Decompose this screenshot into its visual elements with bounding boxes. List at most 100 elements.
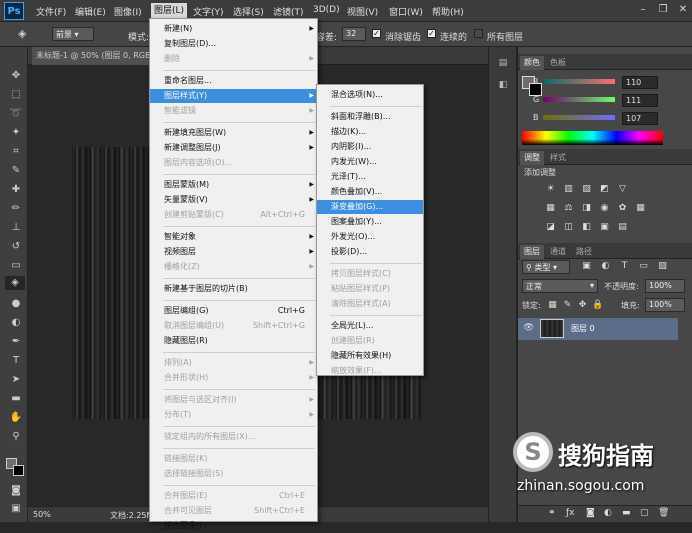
layer-style-item[interactable]: 渐变叠加(G)... bbox=[317, 200, 423, 214]
blue-value[interactable]: 107 bbox=[622, 112, 658, 125]
layer-menu-item[interactable]: 矢量蒙版(V) ▶ bbox=[150, 193, 317, 207]
layer-menu-item[interactable]: 新建(N) ▶ bbox=[150, 22, 317, 36]
black-white-icon[interactable]: ◨ bbox=[581, 203, 592, 214]
stamp-tool-icon[interactable]: ⊥ bbox=[9, 221, 23, 235]
menu-select[interactable]: 选择(S) bbox=[233, 5, 264, 18]
blue-slider[interactable] bbox=[543, 115, 615, 120]
hue-saturation-icon[interactable]: ▦ bbox=[545, 203, 556, 214]
layer-menu-item[interactable]: 图层编组(G) Ctrl+G bbox=[150, 304, 317, 318]
new-group-icon[interactable]: ▬ bbox=[622, 508, 631, 518]
filter-type-icon[interactable]: T bbox=[619, 261, 630, 272]
layer-menu-item[interactable]: 新建基于图层的切片(B) bbox=[150, 282, 317, 296]
tab-color[interactable]: 颜色 bbox=[520, 56, 544, 70]
antialias-checkbox[interactable]: ✓ bbox=[372, 29, 381, 38]
document-tab[interactable]: 未标题-1 @ 50% (图层 0, RGB/8) bbox=[32, 47, 150, 65]
history-panel-icon[interactable]: ▤ bbox=[497, 58, 509, 70]
layer-row[interactable]: 👁 图层 0 bbox=[518, 318, 678, 340]
visibility-eye-icon[interactable]: 👁 bbox=[523, 323, 534, 333]
background-color-swatch[interactable] bbox=[13, 465, 24, 476]
tab-styles[interactable]: 样式 bbox=[546, 151, 570, 165]
fill-input[interactable]: 100% bbox=[645, 298, 685, 312]
exposure-icon[interactable]: ◩ bbox=[599, 184, 610, 195]
properties-panel-icon[interactable]: ◧ bbox=[497, 80, 509, 92]
all-layers-checkbox[interactable] bbox=[474, 29, 483, 38]
layer-menu-item[interactable]: 图层样式(Y) ▶ bbox=[150, 89, 317, 103]
healing-brush-icon[interactable]: ✚ bbox=[9, 183, 23, 197]
hand-tool-icon[interactable]: ✋ bbox=[9, 411, 23, 425]
layer-style-item[interactable]: 投影(D)... bbox=[317, 245, 423, 259]
restore-icon[interactable]: ❐ bbox=[656, 4, 670, 16]
menu-filter[interactable]: 滤镜(T) bbox=[273, 5, 304, 18]
layer-fx-icon[interactable]: ƒx bbox=[566, 508, 575, 518]
dodge-tool-icon[interactable]: ◐ bbox=[9, 316, 23, 330]
gradient-map-icon[interactable]: ▤ bbox=[617, 222, 628, 233]
menu-type[interactable]: 文字(Y) bbox=[193, 5, 224, 18]
posterize-icon[interactable]: ◫ bbox=[563, 222, 574, 233]
move-tool-icon[interactable]: ✥ bbox=[9, 69, 23, 83]
opacity-input[interactable]: 100% bbox=[645, 279, 685, 293]
menu-window[interactable]: 窗口(W) bbox=[389, 5, 423, 18]
lock-position-icon[interactable]: ✥ bbox=[577, 300, 588, 311]
green-value[interactable]: 111 bbox=[622, 94, 658, 107]
lock-transparency-icon[interactable]: ▦ bbox=[547, 300, 558, 311]
layer-style-item[interactable]: 隐藏所有效果(H) bbox=[317, 349, 423, 363]
selective-color-icon[interactable]: ▣ bbox=[599, 222, 610, 233]
threshold-icon[interactable]: ◧ bbox=[581, 222, 592, 233]
tolerance-input[interactable]: 32 bbox=[342, 27, 366, 41]
layer-menu-item[interactable]: 重命名图层... bbox=[150, 74, 317, 88]
link-layers-icon[interactable]: ⚭ bbox=[548, 508, 556, 518]
zoom-tool-icon[interactable]: ⚲ bbox=[9, 430, 23, 444]
lock-pixels-icon[interactable]: ✎ bbox=[562, 300, 573, 311]
layer-menu-item[interactable]: 复制图层(D)... bbox=[150, 37, 317, 51]
quick-mask-icon[interactable]: ◙ bbox=[9, 484, 23, 498]
brush-tool-icon[interactable]: ✏ bbox=[9, 202, 23, 216]
eraser-tool-icon[interactable]: ▭ bbox=[9, 259, 23, 273]
menu-file[interactable]: 文件(F) bbox=[36, 5, 66, 18]
color-lookup-icon[interactable]: ▦ bbox=[635, 203, 646, 214]
crop-tool-icon[interactable]: ⌗ bbox=[9, 145, 23, 159]
fill-source-select[interactable]: 前景 ▾ bbox=[52, 27, 94, 41]
contiguous-checkbox[interactable]: ✓ bbox=[427, 29, 436, 38]
zoom-level[interactable]: 50% bbox=[33, 510, 51, 519]
pen-tool-icon[interactable]: ✒ bbox=[9, 335, 23, 349]
tab-adjustments[interactable]: 调整 bbox=[520, 151, 544, 165]
filter-pixel-icon[interactable]: ▣ bbox=[581, 261, 592, 272]
screen-mode-icon[interactable]: ▣ bbox=[9, 502, 23, 516]
layer-style-item[interactable]: 光泽(T)... bbox=[317, 170, 423, 184]
paint-bucket-tool-icon[interactable]: ◈ bbox=[5, 276, 25, 290]
tab-layers[interactable]: 图层 bbox=[520, 245, 544, 259]
layer-style-item[interactable]: 图案叠加(Y)... bbox=[317, 215, 423, 229]
curves-icon[interactable]: ▨ bbox=[581, 184, 592, 195]
filter-shape-icon[interactable]: ▭ bbox=[638, 261, 649, 272]
history-brush-icon[interactable]: ↺ bbox=[9, 240, 23, 254]
eyedropper-icon[interactable]: ✎ bbox=[9, 164, 23, 178]
add-mask-icon[interactable]: ◙ bbox=[586, 508, 595, 518]
brightness-icon[interactable]: ☀ bbox=[545, 184, 556, 195]
layer-menu-item[interactable]: 智能对象 ▶ bbox=[150, 230, 317, 244]
layer-filter-select[interactable]: ⚲ 类型 ▾ bbox=[522, 260, 570, 274]
channel-mixer-icon[interactable]: ✿ bbox=[617, 203, 628, 214]
minimize-icon[interactable]: – bbox=[636, 4, 650, 16]
shape-tool-icon[interactable]: ▬ bbox=[9, 392, 23, 406]
blur-tool-icon[interactable]: ● bbox=[9, 297, 23, 311]
blend-mode-select[interactable]: 正常 ▾ bbox=[522, 279, 598, 293]
layer-menu-item[interactable]: 视频图层 ▶ bbox=[150, 245, 317, 259]
green-slider[interactable] bbox=[543, 97, 615, 102]
layer-name[interactable]: 图层 0 bbox=[571, 323, 595, 334]
layer-menu-item[interactable]: 图层蒙版(M) ▶ bbox=[150, 178, 317, 192]
color-balance-icon[interactable]: ⚖ bbox=[563, 203, 574, 214]
type-tool-icon[interactable]: T bbox=[9, 354, 23, 368]
vibrance-icon[interactable]: ▽ bbox=[617, 184, 628, 195]
layer-menu-item[interactable]: 新建填充图层(W) ▶ bbox=[150, 126, 317, 140]
layer-style-item[interactable]: 全局光(L)... bbox=[317, 319, 423, 333]
lasso-tool-icon[interactable]: ➰ bbox=[9, 107, 23, 121]
menu-3d[interactable]: 3D(D) bbox=[313, 5, 340, 15]
photo-filter-icon[interactable]: ◉ bbox=[599, 203, 610, 214]
adjustment-layer-icon[interactable]: ◐ bbox=[604, 508, 612, 518]
lock-all-icon[interactable]: 🔒 bbox=[592, 300, 603, 311]
layer-menu-item[interactable]: 新建调整图层(J) ▶ bbox=[150, 141, 317, 155]
marquee-tool-icon[interactable]: ⬚ bbox=[9, 88, 23, 102]
color-spectrum[interactable] bbox=[522, 131, 663, 145]
tab-swatches[interactable]: 色板 bbox=[546, 56, 570, 70]
delete-layer-icon[interactable]: 🗑 bbox=[658, 508, 669, 518]
